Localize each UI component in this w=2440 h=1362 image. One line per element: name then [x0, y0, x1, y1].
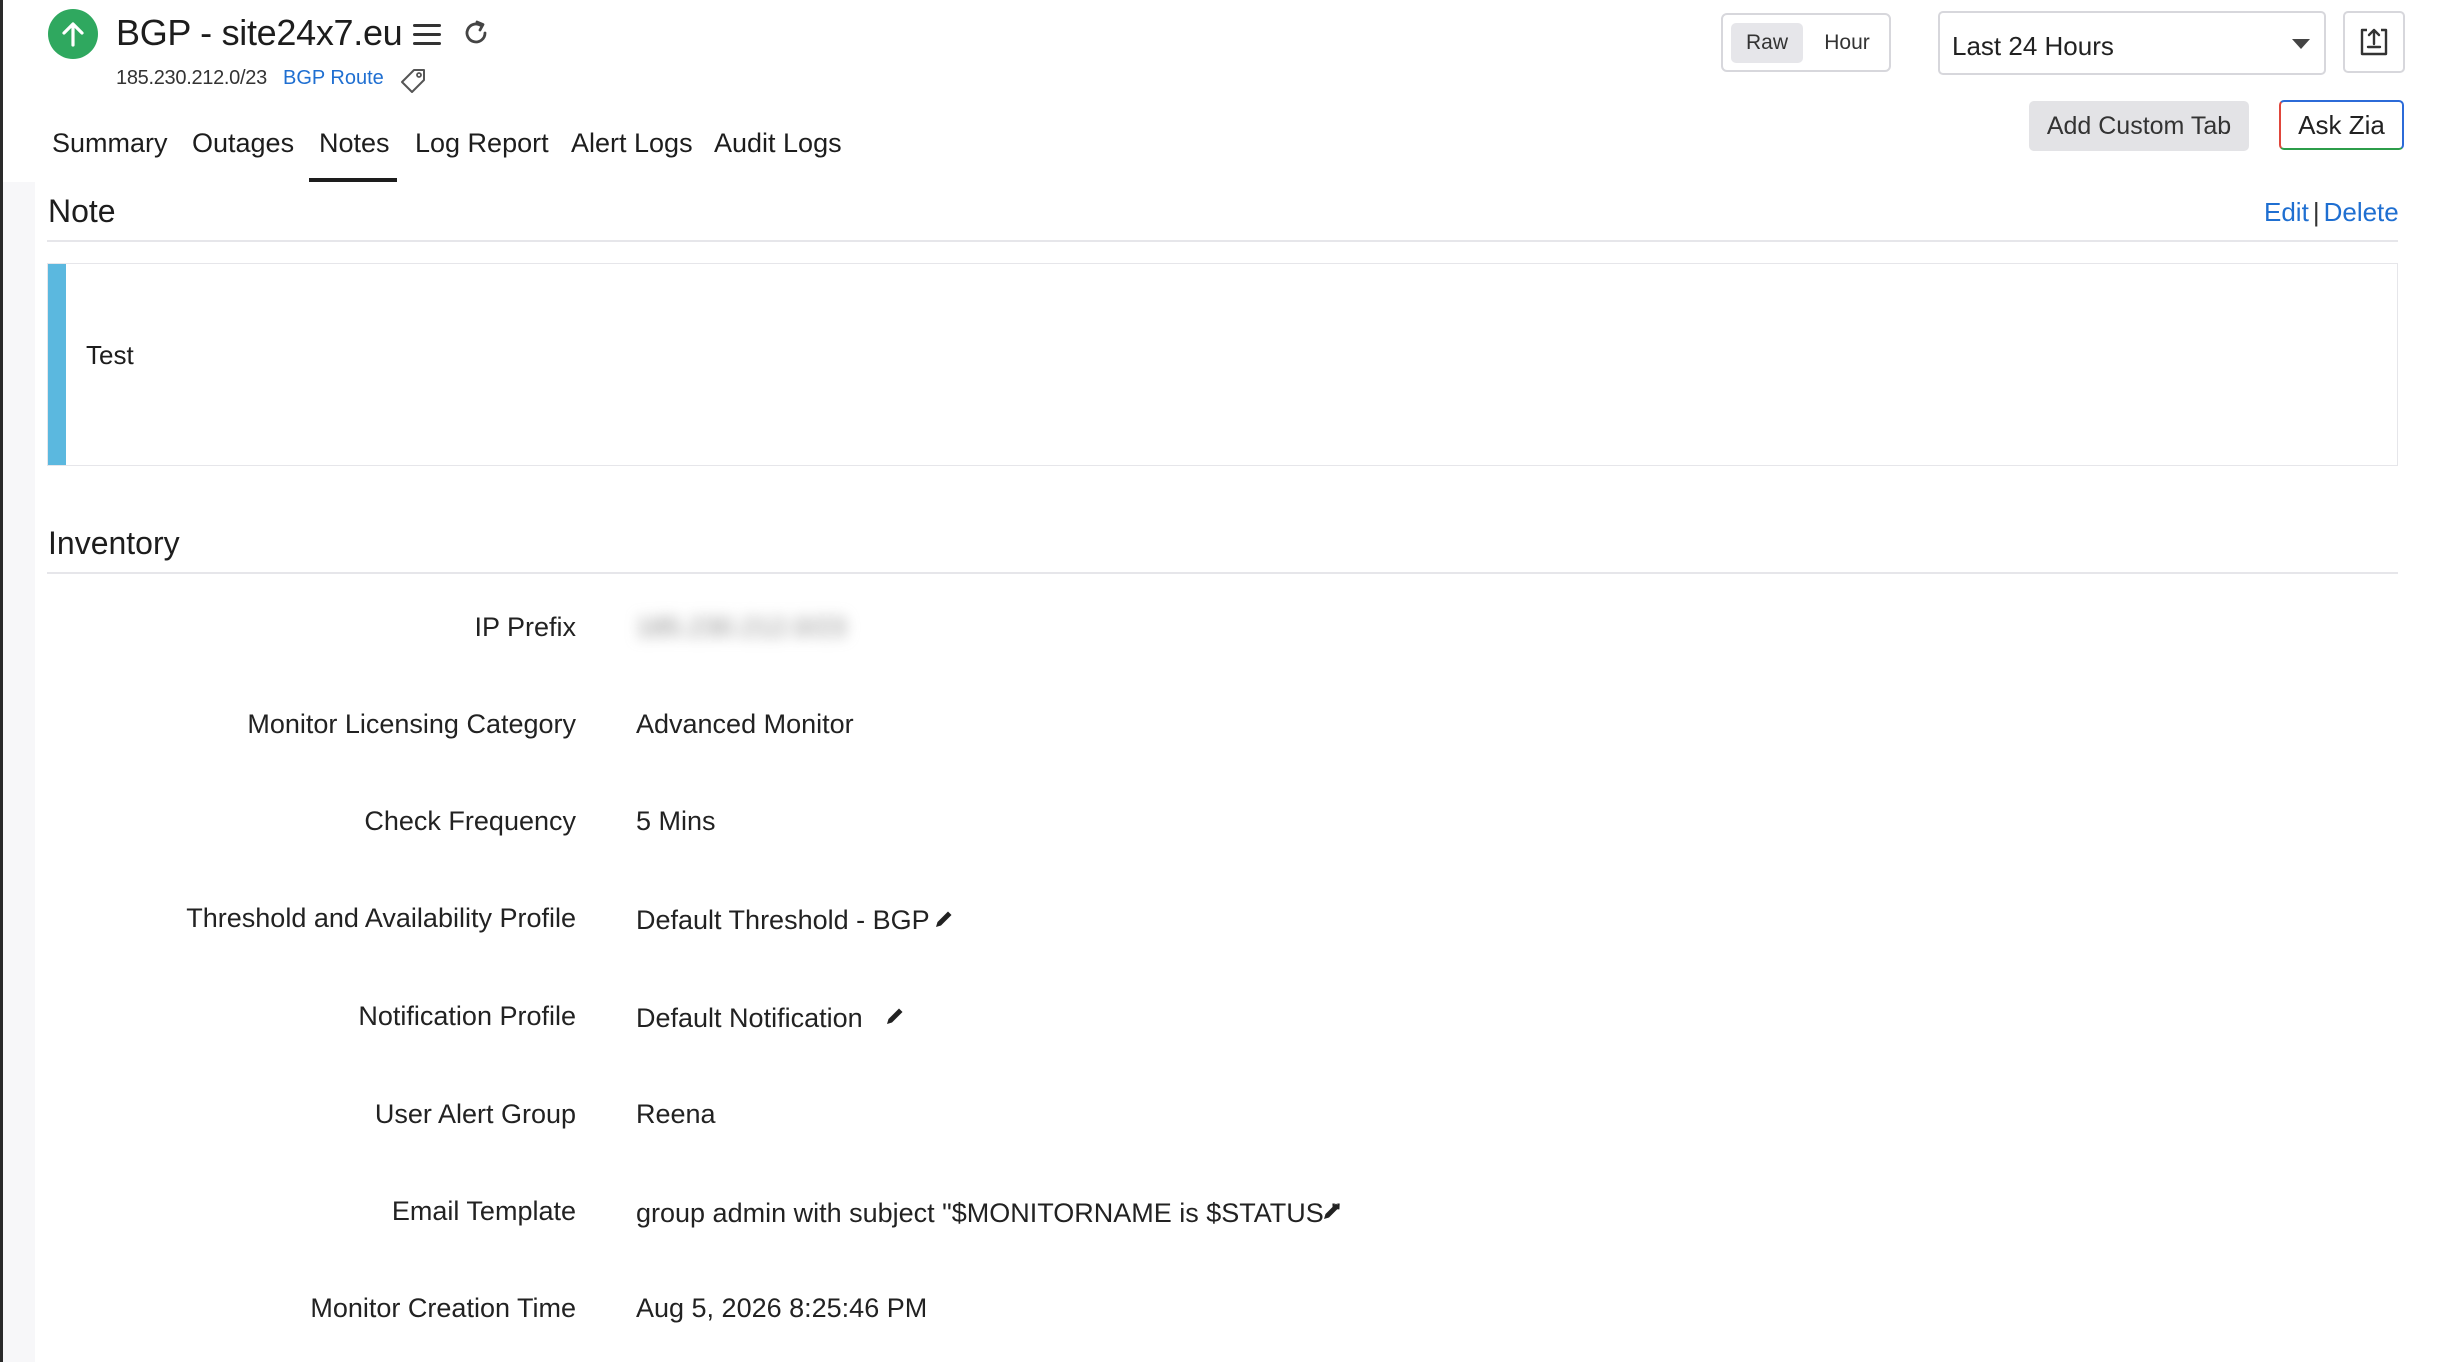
edit-notification-profile-icon[interactable]: [884, 1005, 906, 1027]
inventory-value-user-alert-group: Reena: [636, 1099, 716, 1129]
note-card: Test: [47, 263, 2398, 466]
menu-icon[interactable]: [410, 20, 444, 50]
note-actions-separator: |: [2312, 197, 2320, 227]
time-period-select[interactable]: Last 24 Hours: [1938, 11, 2326, 75]
refresh-icon[interactable]: [460, 17, 492, 49]
note-text: Test: [86, 340, 134, 370]
inventory-value-check-frequency: 5 Mins: [636, 806, 716, 836]
arrow-up-icon: [62, 22, 84, 47]
tag-icon[interactable]: [397, 66, 429, 98]
view-toggle: Raw Hour: [1721, 13, 1891, 72]
hour-view-button[interactable]: Hour: [1811, 23, 1883, 63]
tab-notes[interactable]: Notes: [319, 128, 390, 159]
raw-view-button[interactable]: Raw: [1731, 23, 1803, 63]
inventory-label-email-template: Email Template: [391, 1196, 576, 1226]
inventory-label-user-alert-group: User Alert Group: [374, 1099, 576, 1129]
note-actions: Edit | Delete: [2264, 197, 2399, 228]
inventory-label-ip-prefix: IP Prefix: [474, 612, 576, 642]
note-accent-bar: [48, 264, 66, 465]
inventory-divider: [47, 572, 2398, 574]
inventory-section-title: Inventory: [48, 525, 180, 561]
note-divider: [47, 240, 2398, 242]
inventory-value-email-template: group admin with subject "$MONITORNAME i…: [636, 1198, 1341, 1228]
edit-note-link[interactable]: Edit: [2264, 197, 2309, 227]
tab-audit-logs[interactable]: Audit Logs: [714, 128, 842, 159]
inventory-label-threshold-profile: Threshold and Availability Profile: [186, 903, 576, 933]
export-report-button[interactable]: [2343, 11, 2405, 73]
tab-alert-logs[interactable]: Alert Logs: [571, 128, 693, 159]
inventory-value-ip-prefix: 185.230.212.0/23: [636, 612, 847, 642]
inventory-value-threshold-profile: Default Threshold - BGP: [636, 905, 930, 935]
inventory-label-licensing-category: Monitor Licensing Category: [247, 709, 576, 739]
ask-zia-button[interactable]: Ask Zia: [2279, 100, 2404, 150]
tab-outages[interactable]: Outages: [192, 128, 294, 159]
inventory-value-notification-profile: Default Notification: [636, 1003, 863, 1033]
monitor-ip-range: 185.230.212.0/23: [116, 67, 267, 89]
chevron-down-icon: [2292, 39, 2310, 49]
tab-log-report[interactable]: Log Report: [415, 128, 549, 159]
delete-note-link[interactable]: Delete: [2324, 197, 2399, 227]
inventory-value-creation-time: Aug 5, 2026 8:25:46 PM: [636, 1293, 928, 1323]
tab-summary[interactable]: Summary: [52, 128, 168, 159]
edit-email-template-icon[interactable]: [1321, 1200, 1343, 1222]
edit-threshold-profile-icon[interactable]: [933, 908, 955, 930]
inventory-label-check-frequency: Check Frequency: [364, 806, 576, 836]
status-up-icon: [48, 9, 98, 59]
inventory-value-licensing-category: Advanced Monitor: [636, 709, 854, 739]
note-section-title: Note: [48, 193, 116, 229]
monitor-title: BGP - site24x7.eu: [116, 12, 403, 53]
monitor-type-link[interactable]: BGP Route: [283, 67, 384, 90]
inventory-label-notification-profile: Notification Profile: [358, 1001, 576, 1031]
export-icon: [2360, 28, 2388, 56]
add-custom-tab-button[interactable]: Add Custom Tab: [2029, 101, 2249, 151]
inventory-label-creation-time: Monitor Creation Time: [310, 1293, 576, 1323]
time-period-value: Last 24 Hours: [1952, 31, 2114, 61]
window-left-edge: [0, 0, 3, 1362]
